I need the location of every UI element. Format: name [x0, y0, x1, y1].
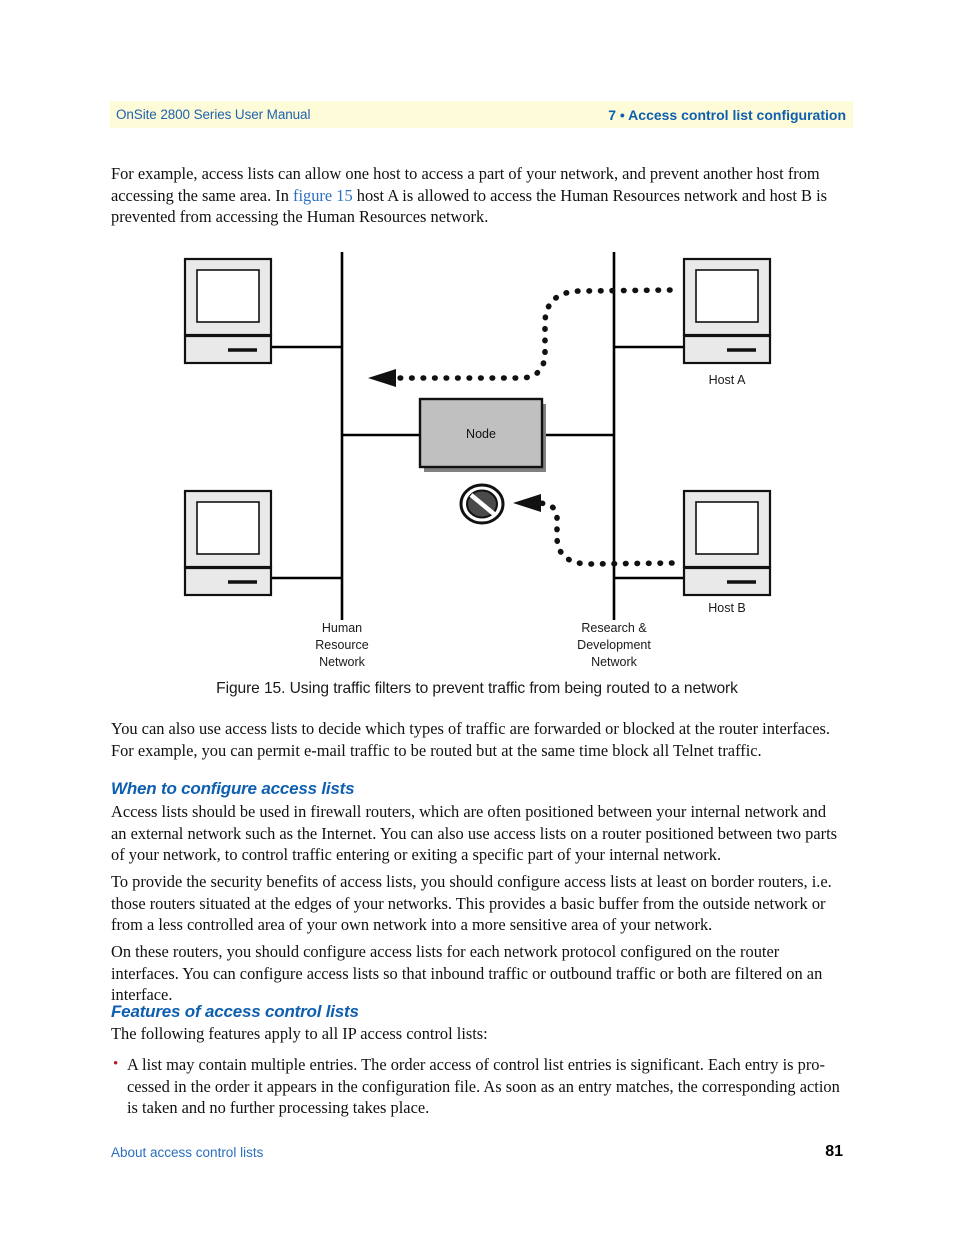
- computer-bottom-left: [183, 489, 273, 597]
- human-resource-network-label: Human Resource Network: [315, 621, 369, 669]
- host-a-label: Host A: [709, 373, 746, 387]
- paragraph-features-intro: The following features apply to all IP a…: [111, 1024, 488, 1043]
- heading-features: Features of access control lists: [111, 1002, 359, 1021]
- computer-top-left: [183, 257, 273, 365]
- svg-text:Network: Network: [591, 655, 638, 669]
- header-chapter-title: 7 • Access control list configuration: [608, 106, 846, 123]
- svg-text:Human: Human: [322, 621, 362, 635]
- running-header: OnSite 2800 Series User Manual 7 • Acces…: [110, 101, 853, 128]
- svg-text:Research &: Research &: [581, 621, 647, 635]
- list-item-text: A list may contain multiple entries. The…: [127, 1055, 840, 1118]
- list-item: • A list may contain multiple entries. T…: [111, 1054, 841, 1119]
- allowed-traffic-arrowhead: [368, 369, 396, 387]
- header-manual-title: OnSite 2800 Series User Manual: [116, 107, 311, 122]
- node-box: [418, 397, 546, 472]
- intro-paragraph: For example, access lists can allow one …: [111, 163, 841, 228]
- paragraph-when-1: Access lists should be used in firewall …: [111, 802, 837, 865]
- figure-caption: Figure 15. Using traffic filters to prev…: [216, 680, 738, 697]
- paragraph-when-2: To provide the security benefits of acce…: [111, 872, 832, 935]
- host-b-label: Host B: [708, 601, 746, 615]
- computer-host-b: [682, 489, 772, 597]
- footer-page-number: 81: [825, 1143, 843, 1160]
- svg-text:Network: Network: [319, 655, 366, 669]
- bullet-marker: •: [113, 1056, 119, 1072]
- document-page: OnSite 2800 Series User Manual 7 • Acces…: [0, 0, 954, 1235]
- svg-text:Resource: Resource: [315, 638, 369, 652]
- paragraph-when-3: On these routers, you should configure a…: [111, 942, 823, 1005]
- paragraph-after-figure: You can also use access lists to decide …: [111, 719, 830, 760]
- node-label: Node: [466, 427, 496, 441]
- allowed-traffic-path: [368, 287, 673, 387]
- no-entry-icon: [459, 483, 505, 525]
- research-development-network-label: Research & Development Network: [577, 621, 651, 669]
- figure-15-link[interactable]: figure 15: [293, 186, 353, 205]
- blocked-traffic-path: [513, 494, 675, 567]
- svg-text:Development: Development: [577, 638, 651, 652]
- blocked-traffic-arrowhead: [513, 494, 541, 512]
- computer-host-a: [682, 257, 772, 365]
- heading-when-to-configure: When to configure access lists: [111, 779, 355, 798]
